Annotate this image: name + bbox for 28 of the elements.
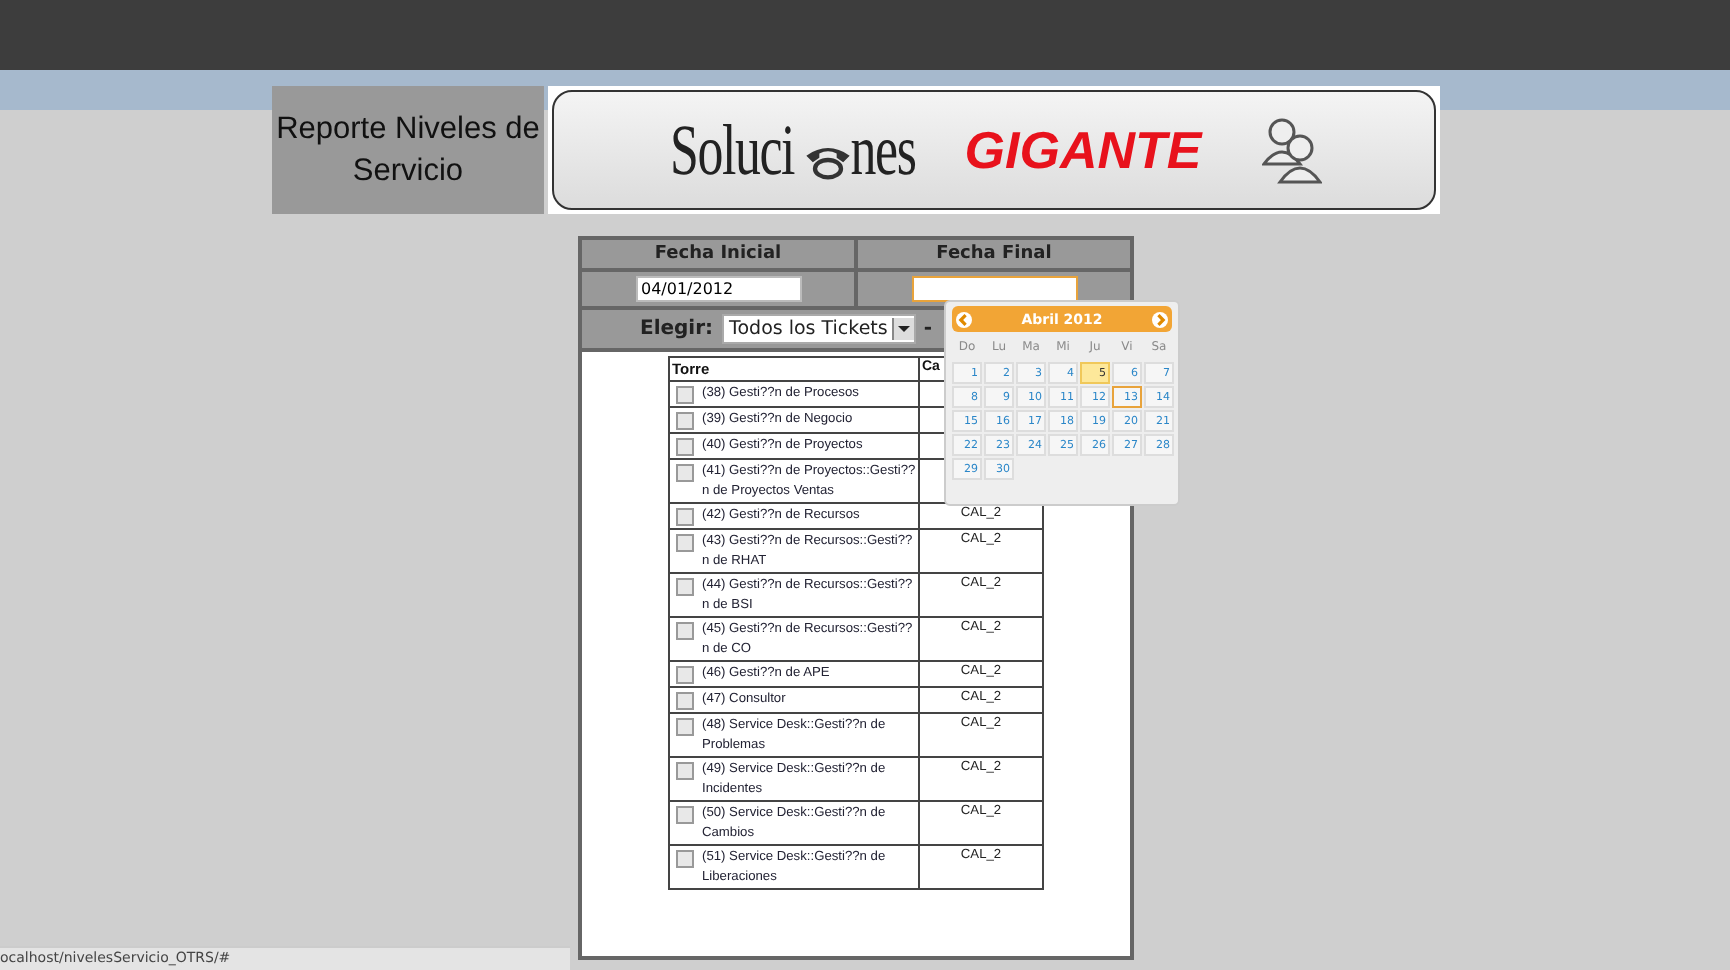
column-header: Fecha Final (856, 238, 1132, 270)
logo-word: nes (851, 108, 916, 192)
choose-label: Elegir: (639, 318, 714, 340)
checkbox[interactable] (676, 534, 694, 552)
checkbox[interactable] (676, 578, 694, 596)
logo-brand: GIGANTE (964, 119, 1202, 181)
logo-word: Soluci (670, 108, 795, 192)
checkbox[interactable] (676, 386, 694, 404)
checkbox[interactable] (676, 718, 694, 736)
checkbox[interactable] (676, 666, 694, 684)
checkbox[interactable] (676, 412, 694, 430)
previous-month-icon[interactable] (956, 311, 972, 327)
next-month-icon[interactable] (1151, 311, 1168, 327)
checkbox[interactable] (676, 508, 694, 526)
date-field[interactable] (911, 276, 1077, 302)
checkbox[interactable] (676, 762, 694, 780)
checkbox[interactable] (676, 622, 694, 640)
ticket-dropdown[interactable]: Todos los Tickets (721, 314, 916, 344)
people-icon (1261, 116, 1322, 184)
checkbox[interactable] (676, 438, 694, 456)
separator-text: - (923, 318, 932, 340)
checkbox[interactable] (676, 464, 694, 482)
checkbox[interactable] (676, 806, 694, 824)
report-title: Reporte Niveles de Servicio (272, 86, 544, 214)
column-header: Fecha Inicial (580, 238, 856, 270)
checkbox[interactable] (676, 850, 694, 868)
date-field[interactable]: 04/01/2012 (635, 276, 801, 302)
checkbox[interactable] (676, 692, 694, 710)
